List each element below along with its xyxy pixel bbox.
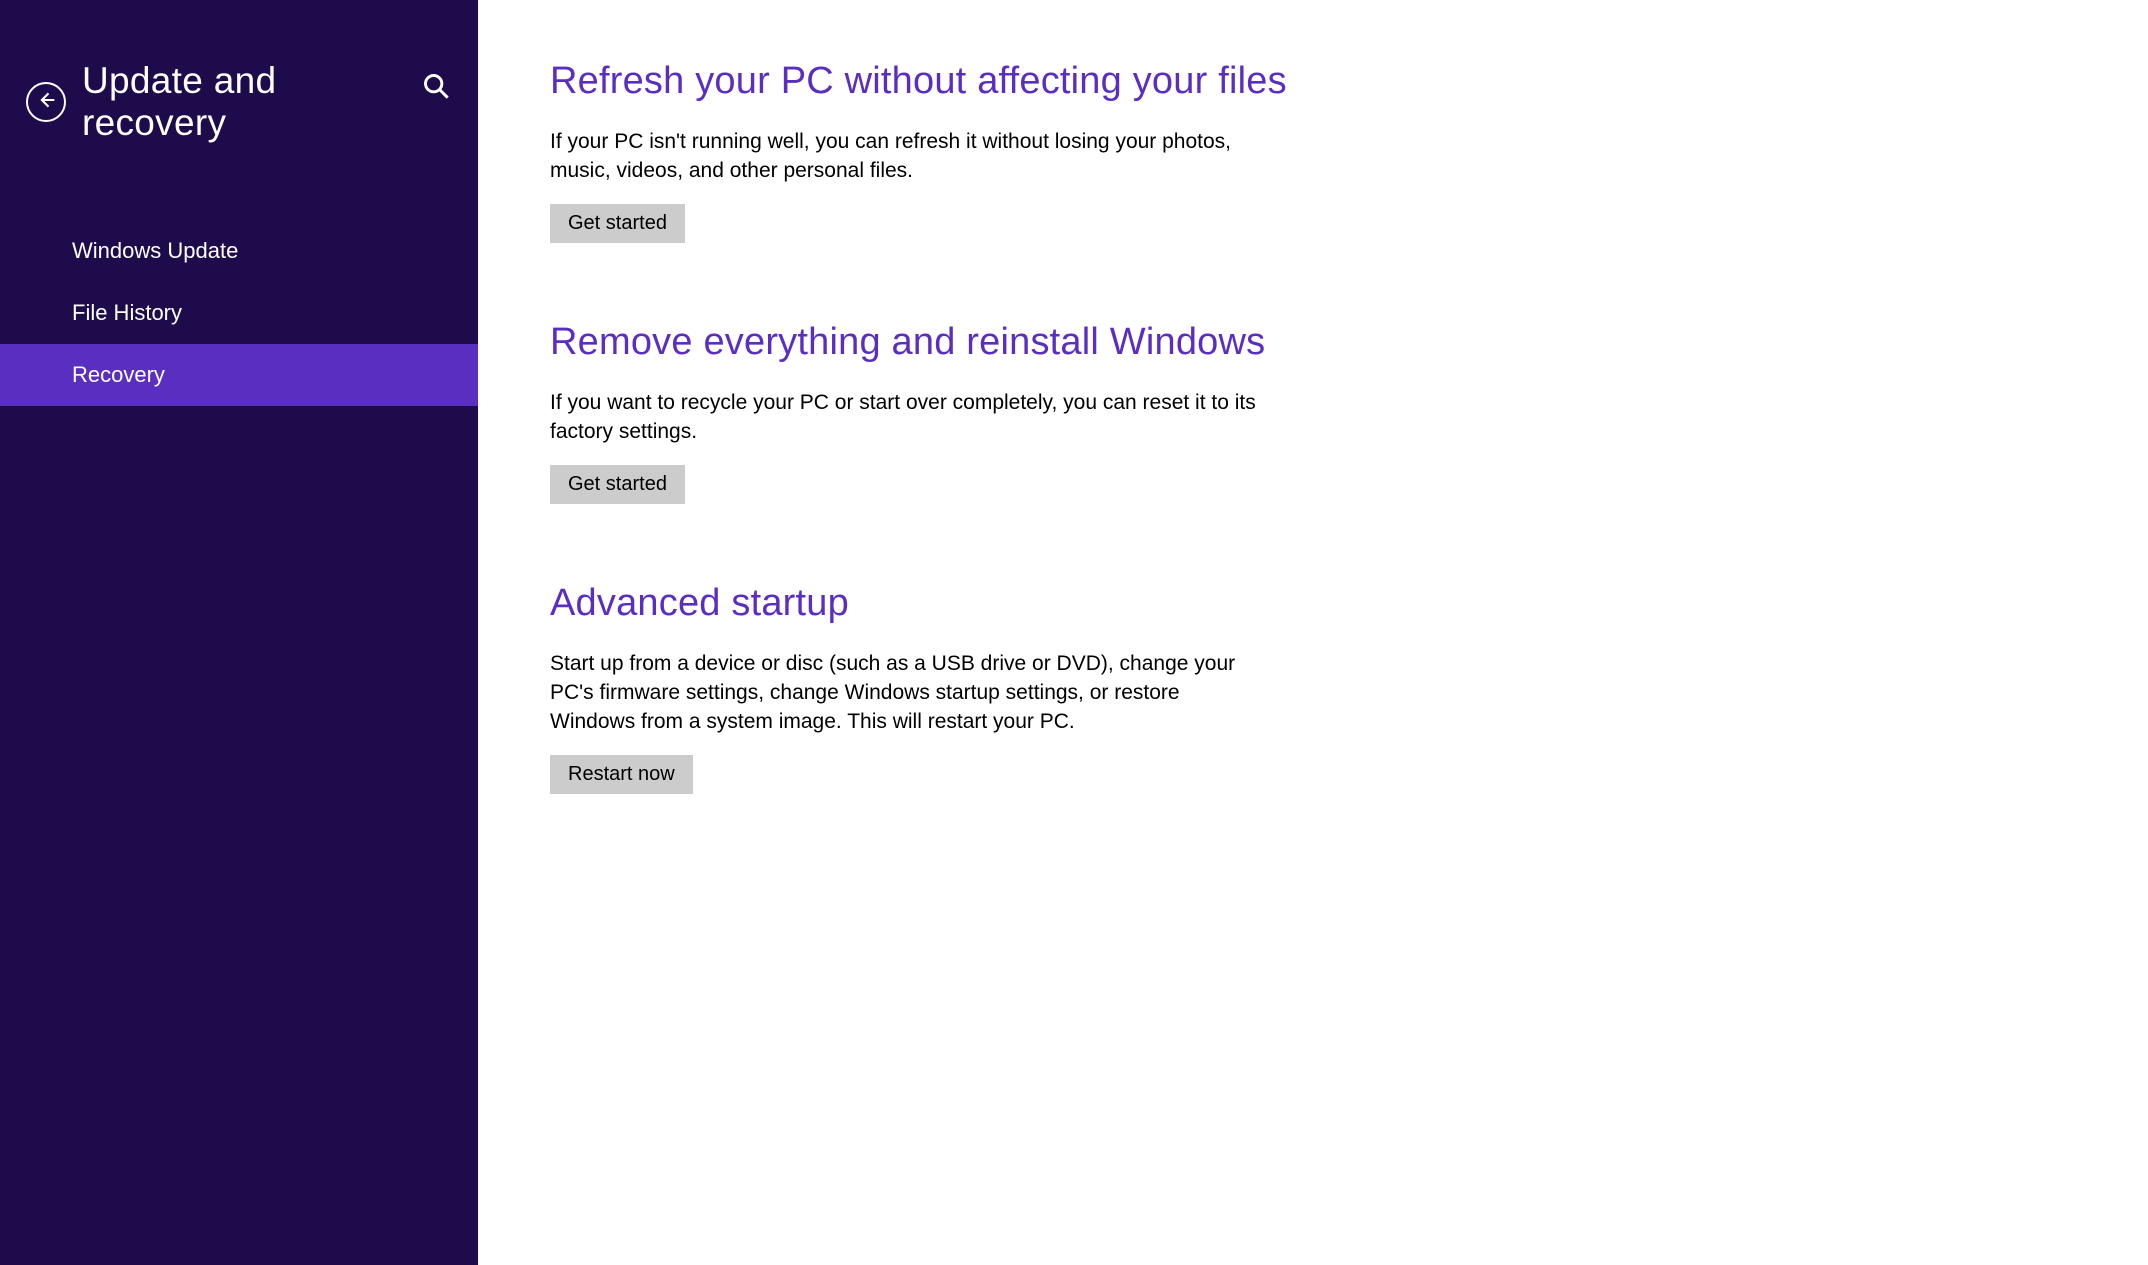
main-content: Refresh your PC without affecting your f… xyxy=(478,0,2148,1265)
search-button[interactable] xyxy=(422,72,450,100)
section-title: Remove everything and reinstall Windows xyxy=(550,321,2008,364)
restart-now-button[interactable]: Restart now xyxy=(550,755,693,794)
search-icon xyxy=(422,87,450,104)
sidebar: Update and recovery Windows Update File … xyxy=(0,0,478,1265)
section-refresh-pc: Refresh your PC without affecting your f… xyxy=(550,60,2008,243)
page-title: Update and recovery xyxy=(82,60,428,144)
sidebar-item-file-history[interactable]: File History xyxy=(0,282,478,344)
get-started-refresh-button[interactable]: Get started xyxy=(550,204,685,243)
section-description: If you want to recycle your PC or start … xyxy=(550,388,1270,447)
get-started-remove-button[interactable]: Get started xyxy=(550,465,685,504)
section-description: Start up from a device or disc (such as … xyxy=(550,649,1270,737)
back-button[interactable] xyxy=(26,82,66,122)
section-advanced-startup: Advanced startup Start up from a device … xyxy=(550,582,2008,794)
section-title: Refresh your PC without affecting your f… xyxy=(550,60,2008,103)
sidebar-item-label: Recovery xyxy=(72,362,165,387)
sidebar-item-label: Windows Update xyxy=(72,238,238,263)
sidebar-item-windows-update[interactable]: Windows Update xyxy=(0,220,478,282)
section-description: If your PC isn't running well, you can r… xyxy=(550,127,1270,186)
section-title: Advanced startup xyxy=(550,582,2008,625)
section-remove-everything: Remove everything and reinstall Windows … xyxy=(550,321,2008,504)
sidebar-nav: Windows Update File History Recovery xyxy=(0,220,478,406)
back-arrow-icon xyxy=(36,90,56,115)
sidebar-item-label: File History xyxy=(72,300,182,325)
sidebar-header: Update and recovery xyxy=(0,0,478,184)
sidebar-item-recovery[interactable]: Recovery xyxy=(0,344,478,406)
